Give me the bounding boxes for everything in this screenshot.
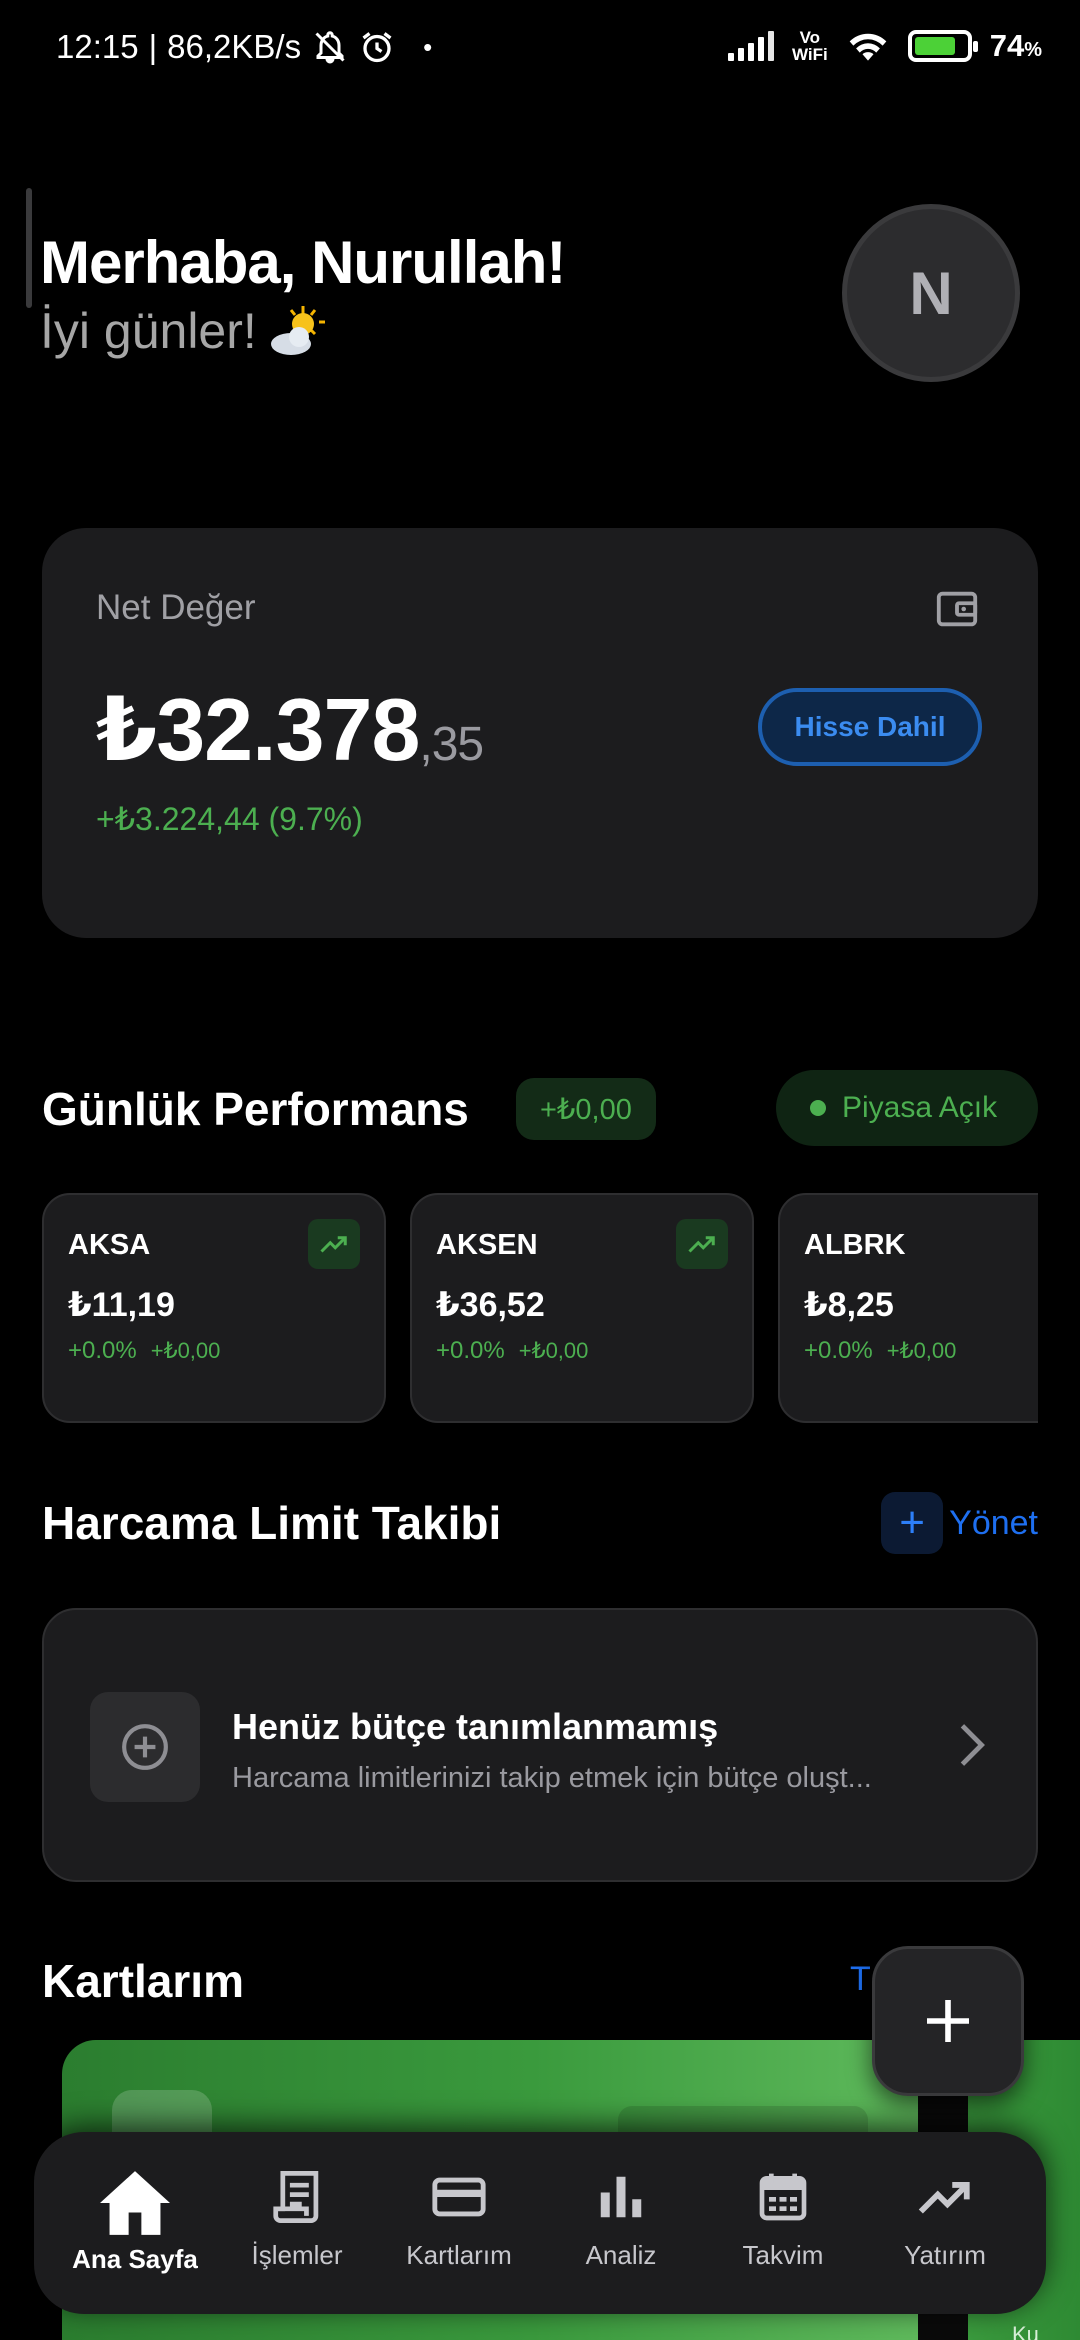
trending-up-icon <box>308 1219 360 1269</box>
stock-symbol: AKSA <box>68 1229 151 1261</box>
empty-budget-title: Henüz bütçe tanımlanmamış <box>232 1706 719 1747</box>
nav-item-investment[interactable]: Yatırım <box>864 2132 1026 2314</box>
nav-item-transactions[interactable]: İşlemler <box>216 2132 378 2314</box>
vowifi-label: Vo WiFi <box>791 28 828 64</box>
battery-percent: 74% <box>989 28 1042 63</box>
receipt-icon <box>273 2171 319 2223</box>
my-cards-title: Kartlarım <box>42 1955 244 2007</box>
stock-price: ₺8,25 <box>804 1286 894 1324</box>
daily-change-badge: +₺0,00 <box>516 1078 656 1140</box>
nav-item-calendar[interactable]: Takvim <box>702 2132 864 2314</box>
stock-card[interactable]: AKSA ₺11,19 +0.0% +₺0,00 <box>42 1193 386 1423</box>
stock-card[interactable]: AKSEN ₺36,52 +0.0% +₺0,00 <box>410 1193 754 1423</box>
greeting-title: Merhaba, Nurullah! <box>40 229 566 296</box>
add-circle-icon <box>90 1692 200 1802</box>
nav-item-home[interactable]: Ana Sayfa <box>54 2132 216 2314</box>
greeting-subtitle: İyi günler! <box>40 302 327 360</box>
alarm-icon <box>362 32 392 63</box>
empty-budget-subtitle: Harcama limitlerinizi takip etmek için b… <box>232 1762 872 1794</box>
stock-symbol: AKSEN <box>436 1229 538 1261</box>
chevron-right-icon <box>960 1724 985 1766</box>
notifications-off-icon <box>315 31 345 64</box>
wifi-icon <box>849 33 887 61</box>
user-avatar[interactable]: N <box>842 204 1020 382</box>
stock-change: +0.0% +₺0,00 <box>436 1337 589 1364</box>
credit-card-icon <box>432 2177 486 2217</box>
status-time: 12:15 <box>56 28 139 65</box>
calendar-icon <box>759 2173 807 2221</box>
net-worth-card[interactable]: Net Değer ₺32.378,35 +₺3.224,44 (9.7%) H… <box>42 528 1038 938</box>
status-bar: 12:15 | 86,2KB/s • Vo WiFi 74% <box>0 0 1080 96</box>
include-stocks-toggle[interactable]: Hisse Dahil <box>758 688 982 766</box>
net-worth-label: Net Değer <box>96 588 256 627</box>
bar-chart-icon <box>600 2176 642 2218</box>
net-worth-amount: ₺32.378,35 <box>96 680 484 779</box>
notification-dot-icon: • <box>423 31 433 62</box>
net-worth-change: +₺3.224,44 (9.7%) <box>96 801 363 837</box>
home-icon <box>100 2171 170 2235</box>
card-label: Ku <box>1012 2322 1039 2340</box>
stock-price: ₺36,52 <box>436 1286 545 1324</box>
market-status-badge: Piyasa Açık <box>776 1070 1038 1146</box>
stock-change: +0.0% +₺0,00 <box>68 1337 221 1364</box>
stock-price: ₺11,19 <box>68 1286 175 1324</box>
cell-signal-icon <box>727 31 774 61</box>
plus-icon <box>927 2000 969 2042</box>
daily-performance-title: Günlük Performans <box>42 1083 469 1135</box>
add-transaction-fab[interactable] <box>872 1946 1024 2096</box>
stock-symbol: ALBRK <box>804 1229 906 1261</box>
stock-change: +0.0% +₺0,00 <box>804 1337 957 1364</box>
empty-budget-card[interactable]: Henüz bütçe tanımlanmamış Harcama limitl… <box>42 1608 1038 1882</box>
wallet-icon[interactable] <box>934 586 980 632</box>
bottom-navigation: Ana Sayfa İşlemler Kartlarım Analiz Takv… <box>34 2132 1046 2314</box>
battery-icon <box>907 30 978 62</box>
trending-up-icon <box>918 2182 970 2214</box>
stocks-carousel[interactable]: AKSA ₺11,19 +0.0% +₺0,00 AKSEN ₺36,52 +0.… <box>42 1193 1038 1425</box>
nav-item-analysis[interactable]: Analiz <box>540 2132 702 2314</box>
status-left: 12:15 | 86,2KB/s • <box>56 28 433 65</box>
spending-limits-title: Harcama Limit Takibi <box>42 1497 502 1549</box>
plus-icon: + <box>881 1492 944 1554</box>
status-right: Vo WiFi 74% <box>727 28 1042 64</box>
manage-budgets-button[interactable]: + Yönet <box>881 1492 1038 1554</box>
status-network-speed: 86,2KB/s <box>167 28 302 65</box>
nav-item-cards[interactable]: Kartlarım <box>378 2132 540 2314</box>
sun-cloud-icon <box>270 306 325 355</box>
stock-card[interactable]: ALBRK ₺8,25 +0.0% +₺0,00 <box>778 1193 1038 1423</box>
scroll-indicator <box>26 188 32 308</box>
market-open-dot-icon <box>810 1100 826 1116</box>
trending-up-icon <box>676 1219 728 1269</box>
